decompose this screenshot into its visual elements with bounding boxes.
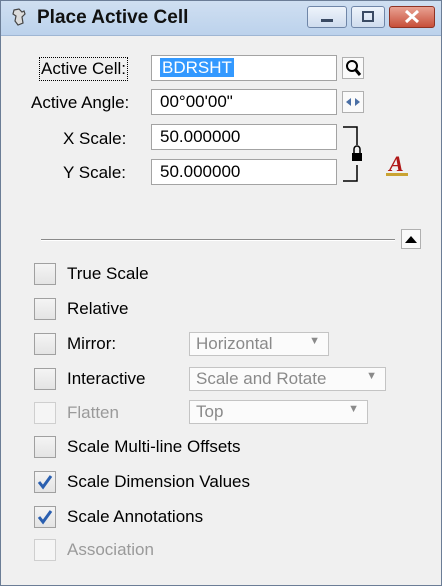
browse-cell-button[interactable] xyxy=(342,57,364,79)
cell-tool-icon xyxy=(12,8,26,26)
scale-dimension-label: Scale Dimension Values xyxy=(67,472,250,491)
scale-multiline-label: Scale Multi-line Offsets xyxy=(67,437,241,456)
active-cell-value: BDRSHT xyxy=(160,58,234,77)
y-scale-value: 50.000000 xyxy=(160,162,241,181)
checkmark-icon xyxy=(37,475,53,490)
active-angle-input[interactable]: 00°00'00" xyxy=(151,89,337,115)
relative-checkbox[interactable] xyxy=(34,298,56,320)
title-bar[interactable]: Place Active Cell xyxy=(1,1,441,36)
active-angle-value: 00°00'00" xyxy=(160,92,233,111)
true-scale-checkbox[interactable] xyxy=(34,263,56,285)
x-scale-value: 50.000000 xyxy=(160,127,241,146)
close-icon xyxy=(404,9,420,24)
interactive-checkbox[interactable] xyxy=(34,368,56,390)
active-angle-label: Active Angle: xyxy=(31,93,130,112)
flatten-label: Flatten xyxy=(67,403,119,422)
true-scale-label: True Scale xyxy=(67,264,149,283)
mirror-value: Horizontal xyxy=(196,334,273,353)
association-label: Association xyxy=(67,540,154,559)
chevron-down-icon: ▼ xyxy=(309,335,320,347)
mirror-dropdown[interactable]: Horizontal ▼ xyxy=(189,332,329,356)
flatten-dropdown[interactable]: Top ▼ xyxy=(189,400,368,424)
spin-arrows-icon xyxy=(346,98,360,106)
chevron-down-icon: ▼ xyxy=(366,370,377,382)
close-button[interactable] xyxy=(389,6,435,28)
collapse-button[interactable] xyxy=(401,229,421,249)
scale-annotations-label: Scale Annotations xyxy=(67,507,204,526)
x-scale-input[interactable]: 50.000000 xyxy=(151,124,337,150)
scale-annotations-checkbox[interactable] xyxy=(34,506,56,528)
chevron-down-icon: ▼ xyxy=(348,403,359,415)
text-style-icon: A xyxy=(386,151,408,176)
text-style-button[interactable]: A xyxy=(384,151,410,179)
angle-spinner[interactable] xyxy=(342,91,364,113)
mirror-label: Mirror: xyxy=(67,334,117,353)
association-checkbox[interactable] xyxy=(34,539,56,561)
svg-text:A: A xyxy=(387,151,404,176)
divider-highlight xyxy=(41,240,395,241)
maximize-icon xyxy=(362,11,374,22)
interactive-dropdown[interactable]: Scale and Rotate ▼ xyxy=(189,367,386,391)
y-scale-input[interactable]: 50.000000 xyxy=(151,159,337,185)
minimize-icon xyxy=(321,19,333,22)
x-scale-label: X Scale: xyxy=(63,129,127,148)
active-cell-label: Active Cell: xyxy=(38,57,129,81)
collapse-arrow-icon xyxy=(405,236,417,243)
checkmark-icon xyxy=(37,510,53,525)
scale-multiline-checkbox[interactable] xyxy=(34,436,56,458)
flatten-checkbox[interactable] xyxy=(34,402,56,424)
interactive-value: Scale and Rotate xyxy=(196,369,327,388)
lock-icon[interactable] xyxy=(341,125,363,185)
interactive-label: Interactive xyxy=(67,369,146,388)
scale-dimension-checkbox[interactable] xyxy=(34,471,56,493)
y-scale-label: Y Scale: xyxy=(63,163,127,182)
active-cell-input[interactable]: BDRSHT xyxy=(151,55,337,81)
relative-label: Relative xyxy=(67,299,129,318)
mirror-checkbox[interactable] xyxy=(34,333,56,355)
maximize-button[interactable] xyxy=(351,6,385,28)
place-active-cell-window: Place Active Cell Active Cell: BDRSHT Ac… xyxy=(0,0,442,586)
flatten-value: Top xyxy=(196,402,224,421)
magnifier-icon xyxy=(346,60,362,76)
minimize-button[interactable] xyxy=(307,6,347,28)
window-title: Place Active Cell xyxy=(37,7,189,28)
